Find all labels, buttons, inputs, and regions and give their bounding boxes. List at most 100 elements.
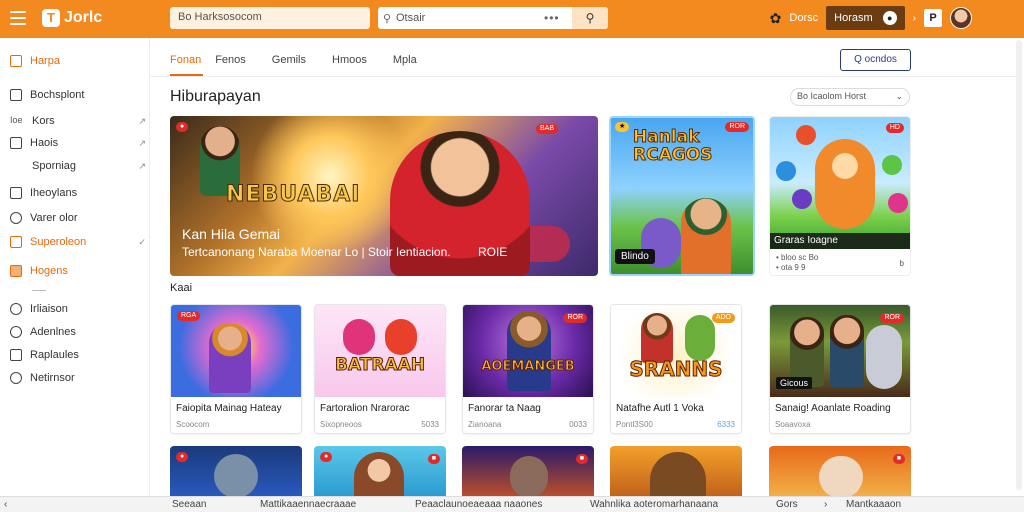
circle-icon — [10, 303, 22, 315]
sidebar-item-8[interactable]: Hogens — [10, 262, 146, 280]
card-meta: Scoocom — [176, 420, 210, 429]
grid-icon — [10, 55, 22, 67]
logo-text: Jorlc — [64, 9, 103, 26]
sidebar-item-3[interactable]: Haois ↗ — [10, 134, 146, 152]
hero-banner[interactable]: ● BAB NEBUABAI Kan Hila Gemai Tertcanona… — [170, 116, 598, 276]
bottom-item-1[interactable]: Mattikaaennaecraaae — [260, 499, 356, 510]
chevron-icon: ↗ — [138, 115, 146, 126]
sidebar-item-label: Varer olor — [30, 212, 78, 224]
top-link[interactable]: Dorsc — [789, 12, 818, 24]
sidebar-item-label: Superoleon — [30, 236, 87, 248]
card-character — [510, 456, 548, 498]
game-card-partial[interactable] — [610, 446, 742, 498]
logo-mark-icon: T — [42, 9, 60, 27]
small-tag: Ioe — [10, 115, 23, 125]
game-card[interactable]: SRANNS ADO Natafhe Autl 1 Voka Pontl3S00… — [610, 304, 742, 434]
section-title-2: Kaai — [170, 282, 193, 294]
tab-0[interactable]: Fonan — [170, 52, 204, 76]
account-button[interactable]: Horasm ● — [826, 6, 905, 30]
tab-3[interactable]: Hmoos — [332, 52, 381, 76]
avatar[interactable] — [950, 7, 972, 29]
game-card[interactable]: AOEMANGEB ROR Fanorar ta Naag Zianoana 0… — [462, 304, 594, 434]
people-icon[interactable]: ✿ — [770, 10, 782, 27]
sidebar-item-label: Kors — [32, 115, 55, 127]
bottom-item-0[interactable]: Seeaan — [172, 499, 206, 510]
card-badge: ■ — [575, 454, 588, 464]
account-button-label: Horasm — [834, 12, 873, 24]
location-field[interactable]: Bo Harksosocom — [170, 7, 370, 29]
sidebar-item-4[interactable]: Sporniag ↗ — [10, 157, 146, 175]
game-card[interactable]: BATRAAH Fartoralion Nrarorac Sixopneoos … — [314, 304, 446, 434]
featured-art — [770, 117, 910, 249]
featured-meta-2: • ota 9 9 — [776, 263, 806, 272]
bottom-item-4[interactable]: Gors — [776, 499, 798, 510]
game-card[interactable]: RGA Faiopita Mainag Hateay Scoocom — [170, 304, 302, 434]
card-title: Fanorar ta Naag — [468, 403, 541, 414]
ball-pink — [888, 193, 908, 213]
card-character — [819, 456, 863, 498]
tab-4[interactable]: Mpla — [393, 52, 431, 76]
games-icon — [10, 265, 22, 277]
sidebar-item-6[interactable]: Varer olor — [10, 209, 146, 227]
back-icon[interactable]: ‹ — [4, 499, 7, 510]
search-input[interactable]: Otsair — [396, 12, 544, 24]
doc-icon — [10, 137, 22, 149]
search-circle-icon — [10, 212, 22, 224]
star-icon: ★ — [615, 122, 630, 132]
sidebar-item-1[interactable]: Bochsplont — [10, 86, 146, 104]
chevron-right-icon[interactable]: › — [913, 13, 916, 24]
filter-button[interactable]: Q ocndos — [840, 49, 911, 71]
card-character-2 — [830, 315, 864, 387]
sort-dropdown[interactable]: Bo Icaolom Horst ⌄ — [790, 88, 910, 106]
scrollbar[interactable] — [1016, 40, 1022, 490]
sidebar-item-label: Iheoylans — [30, 187, 78, 199]
featured-character — [815, 139, 875, 229]
tabs-divider — [150, 76, 1020, 77]
chevron-down-icon: ⌄ — [895, 91, 903, 101]
search-button[interactable]: ⚲ — [572, 7, 608, 29]
sidebar-item-5[interactable]: Iheoylans — [10, 184, 146, 202]
more-options-icon[interactable]: ••• — [544, 11, 572, 25]
ball-green — [882, 155, 902, 175]
menu-icon[interactable] — [10, 11, 26, 25]
sidebar-item-11[interactable]: Raplaules — [10, 346, 146, 364]
card-character — [214, 454, 258, 498]
sidebar-item-9[interactable]: Irliaison — [10, 300, 146, 318]
logo[interactable]: T Jorlc — [42, 9, 102, 27]
sidebar-item-2[interactable]: Ioe Kors ↗ — [10, 112, 146, 130]
ball-blue — [776, 161, 796, 181]
sidebar-item-12[interactable]: Netirnsor — [10, 369, 146, 387]
bottom-item-3[interactable]: Wahnlika aoteromarhanaana — [590, 499, 718, 510]
sidebar-item-label: Hogens — [30, 265, 68, 277]
game-card-partial[interactable]: ■ — [462, 446, 594, 498]
tab-1[interactable]: Fenos — [215, 52, 260, 76]
card-title: Natafhe Autl 1 Voka — [616, 403, 704, 414]
card-badge-2: ■ — [427, 454, 440, 464]
bottom-item-5[interactable]: Mantkaaaon — [846, 499, 901, 510]
game-card-partial[interactable]: ● — [170, 446, 302, 498]
game-card-partial[interactable]: ● ■ — [314, 446, 446, 498]
sidebar-item-7[interactable]: Superoleon ✓ — [10, 233, 146, 251]
card-badge: ■ — [892, 454, 905, 464]
sidebar-item-10[interactable]: Adenlnes — [10, 323, 146, 341]
card-title: Faiopita Mainag Hateay — [176, 403, 282, 414]
card-badge: ADO — [711, 313, 735, 323]
search-bar[interactable]: ⚲ Otsair ••• ⚲ — [378, 7, 608, 29]
game-card-partial[interactable]: ■ — [769, 446, 911, 498]
game-card[interactable]: ROR Gicous Sanaig! Aoanlate Roading Soaa… — [769, 304, 911, 434]
bottom-item-2[interactable]: Peaaclaunoeaeaaa naaones — [415, 499, 542, 510]
featured-card-1[interactable]: Hanlak RCAGOS ★ ROR Blindo — [609, 116, 755, 276]
sidebar-item-0[interactable]: Harpa — [10, 52, 146, 70]
featured-label: Graras Ioagne — [770, 233, 910, 249]
tab-2[interactable]: Gemils — [272, 52, 320, 76]
card-art-text: SRANNS — [629, 357, 723, 382]
chevron-icon: ↗ — [138, 160, 146, 171]
sidebar-item-label: Bochsplont — [30, 89, 85, 101]
chevron-icon: ↗ — [138, 137, 146, 148]
featured-card-2[interactable]: HD Graras Ioagne • bloo sc Bo • ota 9 9 … — [769, 116, 911, 276]
profile-square[interactable]: P — [924, 9, 942, 27]
circle-icon — [10, 326, 22, 338]
card-character-2 — [385, 319, 417, 355]
featured-label: Blindo — [615, 249, 655, 264]
card-character — [343, 319, 375, 355]
